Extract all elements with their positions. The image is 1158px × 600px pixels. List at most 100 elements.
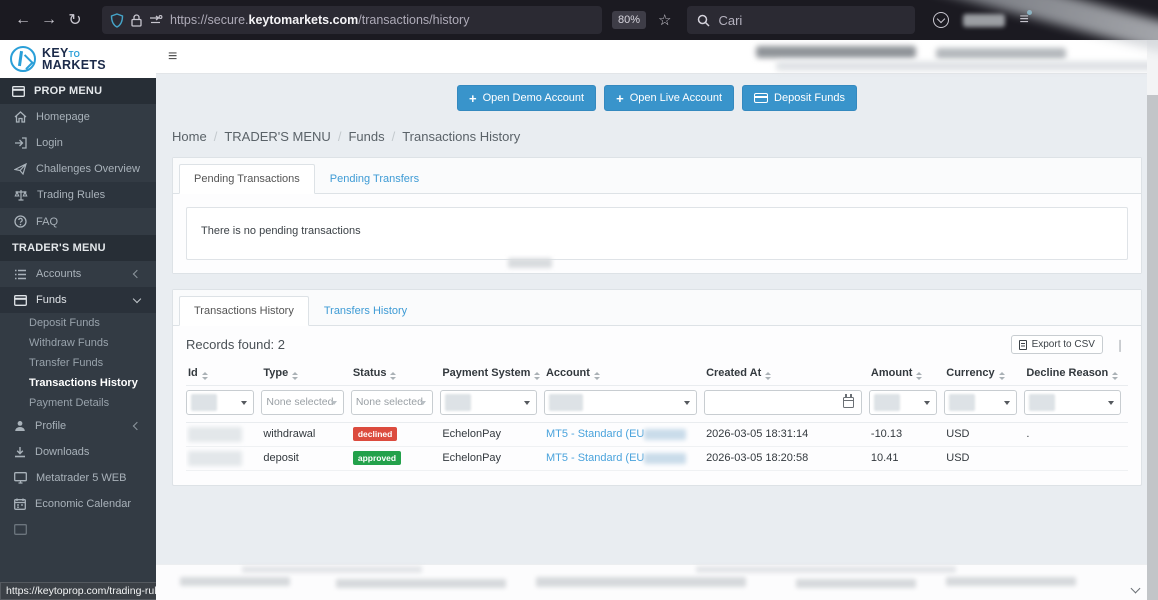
cell-amount: -10.13 [869, 422, 944, 446]
address-bar[interactable]: https://secure.keytomarkets.com/transact… [102, 6, 602, 34]
reload-icon[interactable]: ↻ [62, 10, 88, 30]
person-icon [14, 420, 26, 432]
sign-in-icon [14, 137, 27, 149]
lock-icon[interactable] [131, 14, 142, 27]
sidebar-toggle-icon[interactable]: ≡ [168, 48, 177, 66]
cell-account: MT5 - Standard (EU [544, 446, 704, 470]
scroll-down-chevron-icon[interactable] [1131, 584, 1141, 594]
page-scrollbar[interactable] [1147, 40, 1158, 600]
id-filter-select[interactable] [186, 390, 254, 415]
redacted-text [508, 258, 552, 268]
cell-currency: USD [944, 422, 1024, 446]
app-menu-icon[interactable]: ≡ [1019, 11, 1028, 29]
sidebar-item-faq[interactable]: FAQ [0, 208, 156, 235]
sidebar-item-trading-rules[interactable]: Trading Rules [0, 182, 156, 208]
download-icon [14, 446, 26, 458]
records-found-label: Records found: 2 [186, 337, 285, 352]
redacted-account [644, 453, 686, 464]
sidebar-item-profile[interactable]: Profile [0, 413, 156, 439]
brand-logo[interactable]: KEYTO MARKETS [0, 40, 156, 78]
sidebar-item-funds[interactable]: Funds [0, 287, 156, 313]
breadcrumb-traders-menu[interactable]: TRADER'S MENU [224, 129, 331, 144]
col-header-type[interactable]: Type [261, 361, 350, 385]
scrollbar-thumb[interactable] [1147, 95, 1158, 600]
sidebar-item-metatrader5-web[interactable]: Metatrader 5 WEB [0, 465, 156, 491]
tab-transactions-history[interactable]: Transactions History [179, 296, 309, 326]
sidebar-item-economic-calendar[interactable]: Economic Calendar [0, 491, 156, 517]
account-action-buttons: + Open Demo Account + Open Live Account … [156, 85, 1158, 111]
caret-down-icon [241, 401, 247, 405]
paper-plane-icon [14, 163, 27, 175]
decline-reason-filter-select[interactable] [1024, 390, 1121, 415]
transactions-table: Id Type Status Payment System Account Cr… [186, 361, 1128, 471]
table-header-row: Id Type Status Payment System Account Cr… [186, 361, 1128, 385]
account-filter-select[interactable] [544, 390, 697, 415]
type-filter-select[interactable]: None selected [261, 390, 343, 415]
deposit-funds-button[interactable]: Deposit Funds [742, 85, 857, 111]
permissions-icon[interactable] [149, 14, 163, 26]
history-tabs: Transactions History Transfers History [173, 290, 1141, 326]
sidebar-item-transfer-funds[interactable]: Transfer Funds [0, 353, 156, 373]
col-header-id[interactable]: Id [186, 361, 261, 385]
caret-down-icon [1004, 401, 1010, 405]
redacted-banner [756, 46, 916, 58]
col-header-amount[interactable]: Amount [869, 361, 944, 385]
col-header-status[interactable]: Status [351, 361, 440, 385]
pocket-icon[interactable] [933, 12, 949, 28]
redacted-value [874, 394, 900, 411]
cell-created-at: 2026-03-05 18:31:14 [704, 422, 869, 446]
breadcrumb: Home / TRADER'S MENU / Funds / Transacti… [172, 129, 1158, 144]
zoom-level-badge[interactable]: 80% [612, 11, 646, 29]
col-header-decline-reason[interactable]: Decline Reason [1024, 361, 1128, 385]
shield-icon[interactable] [110, 13, 124, 28]
forward-icon[interactable]: → [36, 11, 62, 29]
col-header-account[interactable]: Account [544, 361, 704, 385]
bookmark-star-icon[interactable]: ☆ [658, 11, 671, 29]
page-footer [156, 564, 1147, 600]
sidebar-item-payment-details[interactable]: Payment Details [0, 393, 156, 413]
sidebar-item-homepage[interactable]: Homepage [0, 104, 156, 130]
col-header-currency[interactable]: Currency [944, 361, 1024, 385]
sidebar-item-challenges-overview[interactable]: Challenges Overview [0, 156, 156, 182]
sidebar-item-partial[interactable] [0, 517, 156, 542]
redacted-value [191, 394, 217, 411]
redacted-value [549, 394, 583, 411]
chevron-left-icon [133, 270, 141, 278]
tab-pending-transfers[interactable]: Pending Transfers [315, 164, 434, 194]
breadcrumb-funds[interactable]: Funds [348, 129, 384, 144]
sidebar-item-downloads[interactable]: Downloads [0, 439, 156, 465]
monitor-icon [14, 472, 27, 484]
pending-transactions-card: Pending Transactions Pending Transfers T… [172, 157, 1142, 274]
breadcrumb-home[interactable]: Home [172, 129, 207, 144]
browser-search-input[interactable]: Cari [687, 6, 915, 34]
sidebar-item-accounts[interactable]: Accounts [0, 261, 156, 287]
sidebar-item-deposit-funds[interactable]: Deposit Funds [0, 313, 156, 333]
redacted-banner [776, 61, 1158, 71]
back-icon[interactable]: ← [10, 11, 36, 29]
tab-pending-transactions[interactable]: Pending Transactions [179, 164, 315, 194]
col-header-payment-system[interactable]: Payment System [440, 361, 544, 385]
col-header-created-at[interactable]: Created At [704, 361, 869, 385]
currency-filter-select[interactable] [944, 390, 1017, 415]
caret-down-icon [524, 401, 530, 405]
amount-filter-select[interactable] [869, 390, 937, 415]
calendar-icon [843, 397, 854, 408]
created-at-filter-input[interactable] [704, 390, 862, 415]
table-filter-row: None selected None selected [186, 385, 1128, 422]
account-link[interactable]: MT5 - Standard (EU [546, 428, 644, 440]
open-demo-account-button[interactable]: + Open Demo Account [457, 85, 596, 111]
cell-payment-system: EchelonPay [440, 446, 544, 470]
sidebar-item-login[interactable]: Login [0, 130, 156, 156]
redacted-footer-text [536, 577, 746, 587]
sidebar-item-transactions-history[interactable]: Transactions History [0, 373, 156, 393]
export-to-csv-button[interactable]: Export to CSV [1011, 335, 1103, 354]
sidebar-item-withdraw-funds[interactable]: Withdraw Funds [0, 333, 156, 353]
sort-icon [390, 372, 396, 380]
traders-menu-header: TRADER'S MENU [0, 235, 156, 261]
column-options-icon[interactable]: ❘ [1112, 338, 1128, 352]
tab-transfers-history[interactable]: Transfers History [309, 296, 422, 326]
open-live-account-button[interactable]: + Open Live Account [604, 85, 734, 111]
account-link[interactable]: MT5 - Standard (EU [546, 452, 644, 464]
payment-system-filter-select[interactable] [440, 390, 537, 415]
status-filter-select[interactable]: None selected [351, 390, 433, 415]
